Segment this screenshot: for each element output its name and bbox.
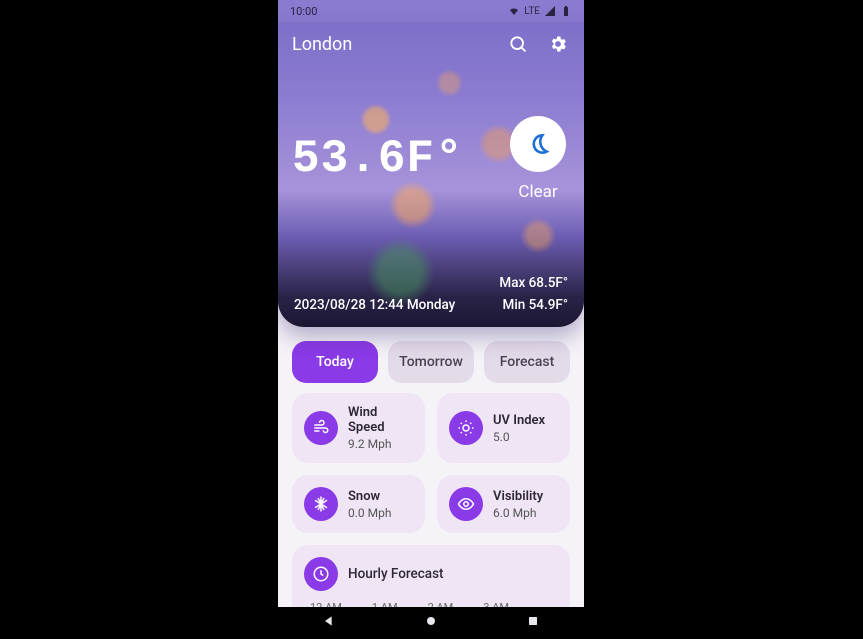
hourly-title: Hourly Forecast [348, 566, 444, 582]
card-value: 6.0 Mph [493, 506, 543, 520]
moon-icon [525, 131, 551, 157]
card-uv-index: UV Index 5.0 [437, 393, 570, 463]
card-wind-speed: Wind Speed 9.2 Mph [292, 393, 425, 463]
condition-badge [510, 116, 566, 172]
eye-icon [457, 495, 475, 513]
card-value: 0.0 Mph [348, 506, 391, 520]
battery-icon [560, 5, 572, 17]
current-weather-panel: London 53.6F° Clear 2023/08/28 12:44 Mon… [278, 22, 584, 327]
tab-today[interactable]: Today [292, 341, 378, 383]
card-title: Wind Speed [348, 405, 413, 435]
location-title: London [292, 34, 352, 55]
card-snow: Snow 0.0 Mph [292, 475, 425, 533]
app-bar: London [278, 22, 584, 56]
status-network: LTE [524, 6, 540, 17]
gear-icon [548, 34, 568, 54]
android-nav-bar [278, 607, 584, 639]
card-visibility: Visibility 6.0 Mph [437, 475, 570, 533]
nav-home-button[interactable] [423, 613, 439, 633]
tab-forecast[interactable]: Forecast [484, 341, 570, 383]
card-value: 5.0 [493, 430, 545, 444]
forecast-tabs: Today Tomorrow Forecast [278, 327, 584, 393]
current-datetime: 2023/08/28 12:44 Monday [294, 297, 455, 313]
search-button[interactable] [506, 32, 530, 56]
condition-label: Clear [518, 182, 557, 202]
nav-back-button[interactable] [321, 613, 337, 633]
card-title: Snow [348, 489, 391, 504]
clock-icon [312, 565, 330, 583]
status-time: 10:00 [290, 5, 317, 18]
sun-icon [457, 419, 475, 437]
triangle-back-icon [321, 613, 337, 629]
signal-icon [544, 5, 556, 17]
metrics-grid: Wind Speed 9.2 Mph UV Index 5.0 Snow 0.0… [278, 393, 584, 545]
current-temperature: 53.6F° [292, 133, 464, 185]
snow-icon [312, 495, 330, 513]
status-right: LTE [508, 5, 572, 17]
tab-tomorrow[interactable]: Tomorrow [388, 341, 474, 383]
card-value: 9.2 Mph [348, 437, 413, 451]
phone-frame: 10:00 LTE London 53.6F° [278, 0, 584, 639]
status-bar: 10:00 LTE [278, 0, 584, 22]
wind-icon [312, 419, 330, 437]
temp-min: Min 54.9F° [499, 297, 568, 313]
card-title: Visibility [493, 489, 543, 504]
temp-max: Max 68.5F° [499, 275, 568, 291]
circle-home-icon [423, 613, 439, 629]
search-icon [508, 34, 528, 54]
wifi-icon [508, 5, 520, 17]
square-recent-icon [525, 613, 541, 629]
settings-button[interactable] [546, 32, 570, 56]
nav-recent-button[interactable] [525, 613, 541, 633]
card-title: UV Index [493, 413, 545, 428]
